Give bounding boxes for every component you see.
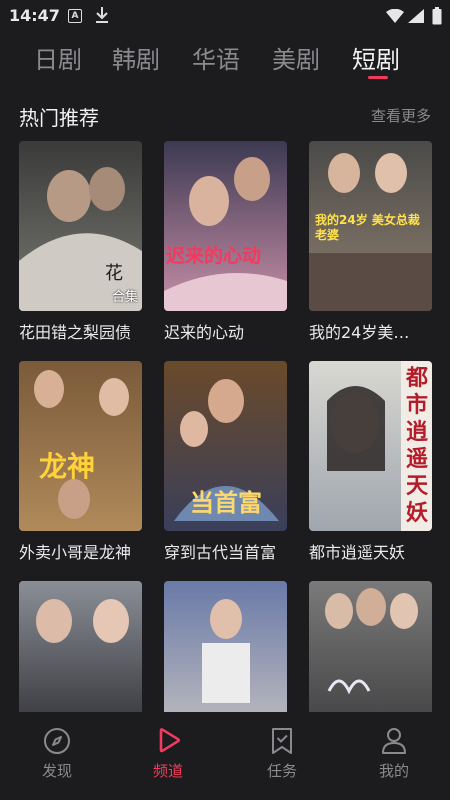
drama-poster: 我的24岁 美女总裁老婆 (309, 141, 432, 311)
status-time: 14:47 (9, 6, 60, 25)
see-more-link[interactable]: 查看更多 (371, 105, 431, 126)
a-notification-icon: A (68, 9, 82, 23)
drama-title: 我的24岁美… (309, 323, 410, 342)
drama-title: 迟来的心动 (164, 323, 245, 342)
poster-logo-text: 我的24岁 美女总裁老婆 (315, 213, 420, 242)
bookmark-check-icon (272, 728, 292, 754)
poster-logo-text: 花 (105, 263, 123, 284)
wifi-icon (386, 8, 404, 27)
active-tab-indicator (368, 76, 388, 79)
tab-short-drama[interactable]: 短剧 (352, 40, 400, 75)
tab-american-drama[interactable]: 美剧 (272, 40, 320, 75)
tab-chinese[interactable]: 华语 (192, 40, 240, 75)
compass-icon (44, 728, 70, 754)
user-icon (382, 728, 406, 754)
status-bar: 14:47 A (0, 0, 450, 32)
section-header: 热门推荐 查看更多 (0, 100, 450, 130)
bottom-navigation: 发现 频道 任务 我的 (0, 712, 450, 800)
nav-label: 我的 (378, 762, 409, 780)
collection-badge: 合集 (111, 290, 138, 305)
nav-tasks[interactable]: 任务 (242, 726, 322, 781)
section-title: 热门推荐 (19, 106, 99, 130)
poster-logo-text: 龙神 (39, 450, 96, 483)
nav-discover[interactable]: 发现 (17, 726, 97, 781)
poster-logo-text: 当首富 (190, 488, 262, 517)
drama-title: 都市逍遥天妖 (309, 543, 406, 562)
signal-icon (408, 8, 424, 27)
drama-poster: 当首富 (164, 361, 287, 531)
poster-logo-text: 迟来的心动 (166, 245, 262, 267)
drama-title: 穿到古代当首富 (164, 543, 277, 562)
nav-label: 发现 (41, 762, 72, 780)
play-icon (159, 728, 181, 753)
drama-title: 花田错之梨园债 (19, 323, 132, 342)
nav-label: 频道 (152, 762, 183, 780)
nav-label: 任务 (266, 762, 297, 780)
drama-poster: 龙神 (19, 361, 142, 531)
poster-logo-text: 都市逍遥天妖 (405, 365, 428, 526)
drama-poster: 都市逍遥天妖 (309, 361, 432, 531)
battery-icon (432, 7, 442, 29)
tab-korean-drama[interactable]: 韩剧 (112, 40, 160, 75)
nav-profile[interactable]: 我的 (354, 726, 434, 781)
nav-channel[interactable]: 频道 (128, 726, 208, 781)
drama-poster: 花 合集 (19, 141, 142, 311)
drama-title: 外卖小哥是龙神 (19, 543, 132, 562)
drama-poster: 迟来的心动 (164, 141, 287, 311)
download-icon (95, 6, 109, 28)
tab-japanese-drama[interactable]: 日剧 (34, 40, 82, 75)
